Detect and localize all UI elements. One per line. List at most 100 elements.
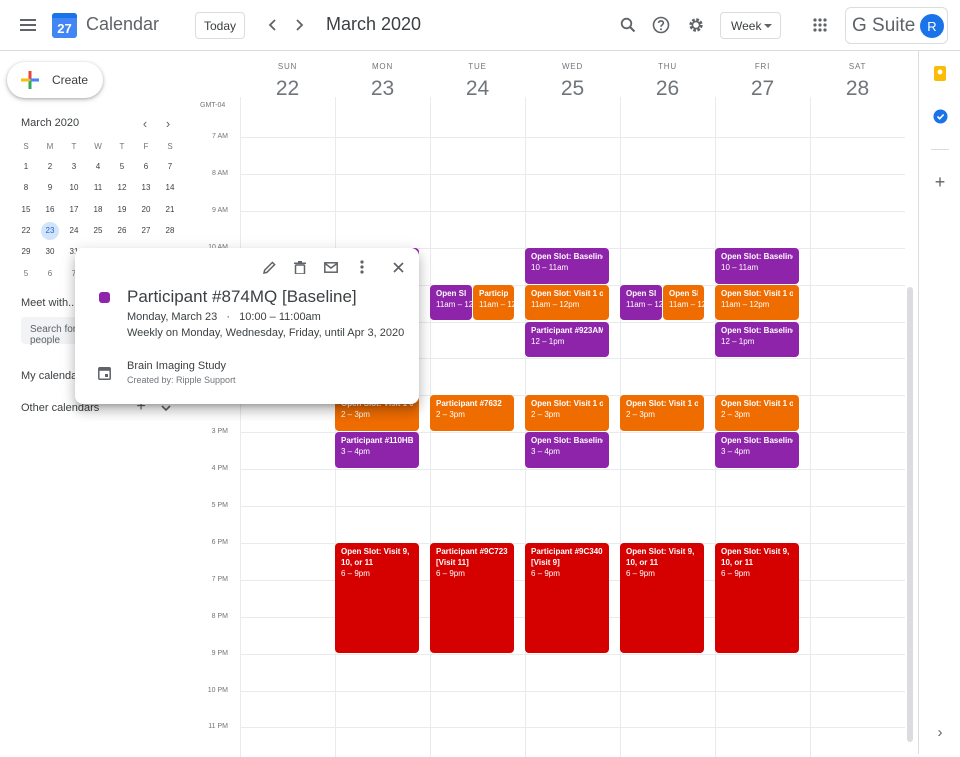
mini-calendar-day[interactable]: 21	[161, 200, 179, 218]
calendar-event[interactable]: Open Slot: Visit 9, 10, or 11 6 – 9pm	[620, 542, 704, 653]
scrollbar[interactable]	[907, 287, 913, 742]
mini-calendar-day[interactable]: 15	[17, 200, 35, 218]
mini-calendar-day[interactable]: 20	[137, 200, 155, 218]
mini-calendar-day[interactable]: 12	[113, 179, 131, 197]
mini-calendar-day[interactable]: 27	[137, 222, 155, 240]
help-icon[interactable]	[645, 9, 677, 41]
day-header[interactable]: MON 23	[335, 62, 430, 101]
calendar-event[interactable]: Open Slot: Baseline 10 – 11am	[715, 247, 799, 284]
account-switcher[interactable]: G Suite R	[845, 7, 948, 44]
day-header[interactable]: SAT 28	[810, 62, 905, 101]
search-icon[interactable]	[612, 9, 644, 41]
calendar-event[interactable]: Open Slot: Visit 1 or 22 – 3pm	[715, 395, 799, 432]
mini-prev-month-icon[interactable]: ‹	[136, 114, 154, 132]
mini-calendar-day[interactable]: 6	[137, 158, 155, 176]
calendar-event[interactable]: Open Slot: Baseline 3 – 4pm	[715, 432, 799, 469]
mini-calendar-day[interactable]: 6	[41, 264, 59, 282]
event-title: Open Slot: Visit 1 or 2	[626, 399, 698, 409]
mini-calendar-day[interactable]: 13	[137, 179, 155, 197]
day-header[interactable]: WED 25	[525, 62, 620, 101]
day-number[interactable]: 28	[810, 77, 905, 101]
view-selector[interactable]: Week	[720, 12, 781, 39]
today-button[interactable]: Today	[195, 12, 245, 39]
day-number[interactable]: 22	[240, 77, 335, 101]
calendar-event[interactable]: Open Slot: Baseline 3 – 4pm	[525, 432, 609, 469]
calendar-event[interactable]: Open Slot: Baseline 10 – 11am	[525, 247, 609, 284]
event-time: 2 – 3pm	[721, 410, 750, 420]
mini-calendar-day[interactable]: 14	[161, 179, 179, 197]
event-time: 2 – 3pm	[341, 410, 370, 420]
day-header[interactable]: THU 26	[620, 62, 715, 101]
calendar-event[interactable]: Open Slot: Visit 9, 10, or 11 6 – 9pm	[335, 542, 419, 653]
create-button[interactable]: Create	[7, 62, 103, 98]
calendar-event[interactable]: Open Slot: Visit 1 or 22 – 3pm	[620, 395, 704, 432]
day-header[interactable]: SUN 22	[240, 62, 335, 101]
mini-calendar-day[interactable]: 30	[41, 243, 59, 261]
calendar-event[interactable]: Open Slot: Visit 9, 10, or 11 6 – 9pm	[715, 542, 799, 653]
mini-calendar-day[interactable]: 26	[113, 222, 131, 240]
app-title[interactable]: Calendar	[86, 14, 159, 35]
calendar-event[interactable]: Participant #110HB 3 – 4pm	[335, 432, 419, 469]
calendar-event[interactable]: Participant #9C723 [Visit 11] 6 – 9pm	[430, 542, 514, 653]
day-number[interactable]: 25	[525, 77, 620, 101]
calendar-event[interactable]: Open Slot: Visit 1 or 211am – 12pm	[715, 284, 799, 321]
email-guests-icon[interactable]	[315, 251, 347, 283]
mini-calendar-day[interactable]: 25	[89, 222, 107, 240]
mini-calendar-day[interactable]: 4	[89, 158, 107, 176]
calendar-event[interactable]: Open Slot: Baseline 12 – 1pm	[715, 321, 799, 358]
calendar-event[interactable]: Open Slot: Baseline11am – 12pm	[620, 284, 662, 321]
get-addons-icon[interactable]: +	[932, 172, 948, 192]
keep-icon[interactable]	[932, 65, 948, 81]
mini-calendar-day[interactable]: 5	[17, 264, 35, 282]
day-header[interactable]: TUE 24	[430, 62, 525, 101]
mini-calendar-day[interactable]: 2	[41, 158, 59, 176]
mini-calendar-day[interactable]: 22	[17, 222, 35, 240]
expand-panel-chevron-icon[interactable]: ›	[932, 724, 948, 741]
mini-calendar-day[interactable]: 5	[113, 158, 131, 176]
day-number[interactable]: 27	[715, 77, 810, 101]
settings-gear-icon[interactable]	[680, 9, 712, 41]
mini-calendar-day[interactable]: 11	[89, 179, 107, 197]
delete-trash-icon[interactable]	[284, 251, 316, 283]
tasks-icon[interactable]	[932, 108, 948, 124]
mini-calendar-day[interactable]: 3	[65, 158, 83, 176]
calendar-event[interactable]: Open Slot: Visit 1 or 211am – 12pm	[525, 284, 609, 321]
day-number[interactable]: 26	[620, 77, 715, 101]
mini-calendar-day[interactable]: 9	[41, 179, 59, 197]
mini-calendar-day[interactable]: 10	[65, 179, 83, 197]
more-options-icon[interactable]	[346, 251, 378, 283]
apps-grid-icon[interactable]	[804, 9, 836, 41]
mini-calendar-day[interactable]: 29	[17, 243, 35, 261]
mini-calendar-day[interactable]: 28	[161, 222, 179, 240]
calendar-event[interactable]: Participant #923AM12 – 1pm	[525, 321, 609, 358]
mini-calendar-day[interactable]: 19	[113, 200, 131, 218]
day-header[interactable]: FRI 27	[715, 62, 810, 101]
event-time: 10 – 11am	[531, 262, 569, 272]
calendar-event[interactable]: Participant11am – 12pm	[473, 284, 514, 321]
close-icon[interactable]	[382, 251, 414, 283]
week-grid[interactable]: Participant #874MQ [Baseline]10 – 11amOp…	[240, 97, 905, 757]
mini-next-month-icon[interactable]: ›	[159, 114, 177, 132]
calendar-logo-icon[interactable]: 27	[52, 13, 77, 38]
mini-calendar-day[interactable]: 8	[17, 179, 35, 197]
calendar-event[interactable]: Open Slot: Visit 1 or 211am – 12pm	[663, 284, 704, 321]
day-number[interactable]: 23	[335, 77, 430, 101]
edit-pencil-icon[interactable]	[253, 251, 285, 283]
mini-calendar-day[interactable]: 18	[89, 200, 107, 218]
calendar-event[interactable]: Open Slot: Baseline11am – 12pm	[430, 284, 472, 321]
calendar-event[interactable]: Participant #7632 2 – 3pm	[430, 395, 514, 432]
next-week-icon[interactable]	[283, 9, 315, 41]
event-title: Open Slot: Visit 1 or 2	[721, 288, 793, 298]
mini-calendar-day[interactable]: 24	[65, 222, 83, 240]
mini-calendar-day[interactable]: 17	[65, 200, 83, 218]
calendar-event[interactable]: Open Slot: Visit 1 or 22 – 3pm	[525, 395, 609, 432]
mini-calendar-day[interactable]: 7	[161, 158, 179, 176]
avatar[interactable]: R	[920, 14, 944, 38]
mini-calendar-day[interactable]: 23	[41, 221, 59, 240]
calendar-event[interactable]: Participant #9C340 [Visit 9] 6 – 9pm	[525, 542, 609, 653]
mini-calendar-day[interactable]: 1	[17, 158, 35, 176]
mini-calendar-day[interactable]: 16	[41, 200, 59, 218]
hour-gridline	[240, 506, 905, 507]
main-menu-icon[interactable]	[12, 9, 44, 41]
day-number[interactable]: 24	[430, 77, 525, 101]
